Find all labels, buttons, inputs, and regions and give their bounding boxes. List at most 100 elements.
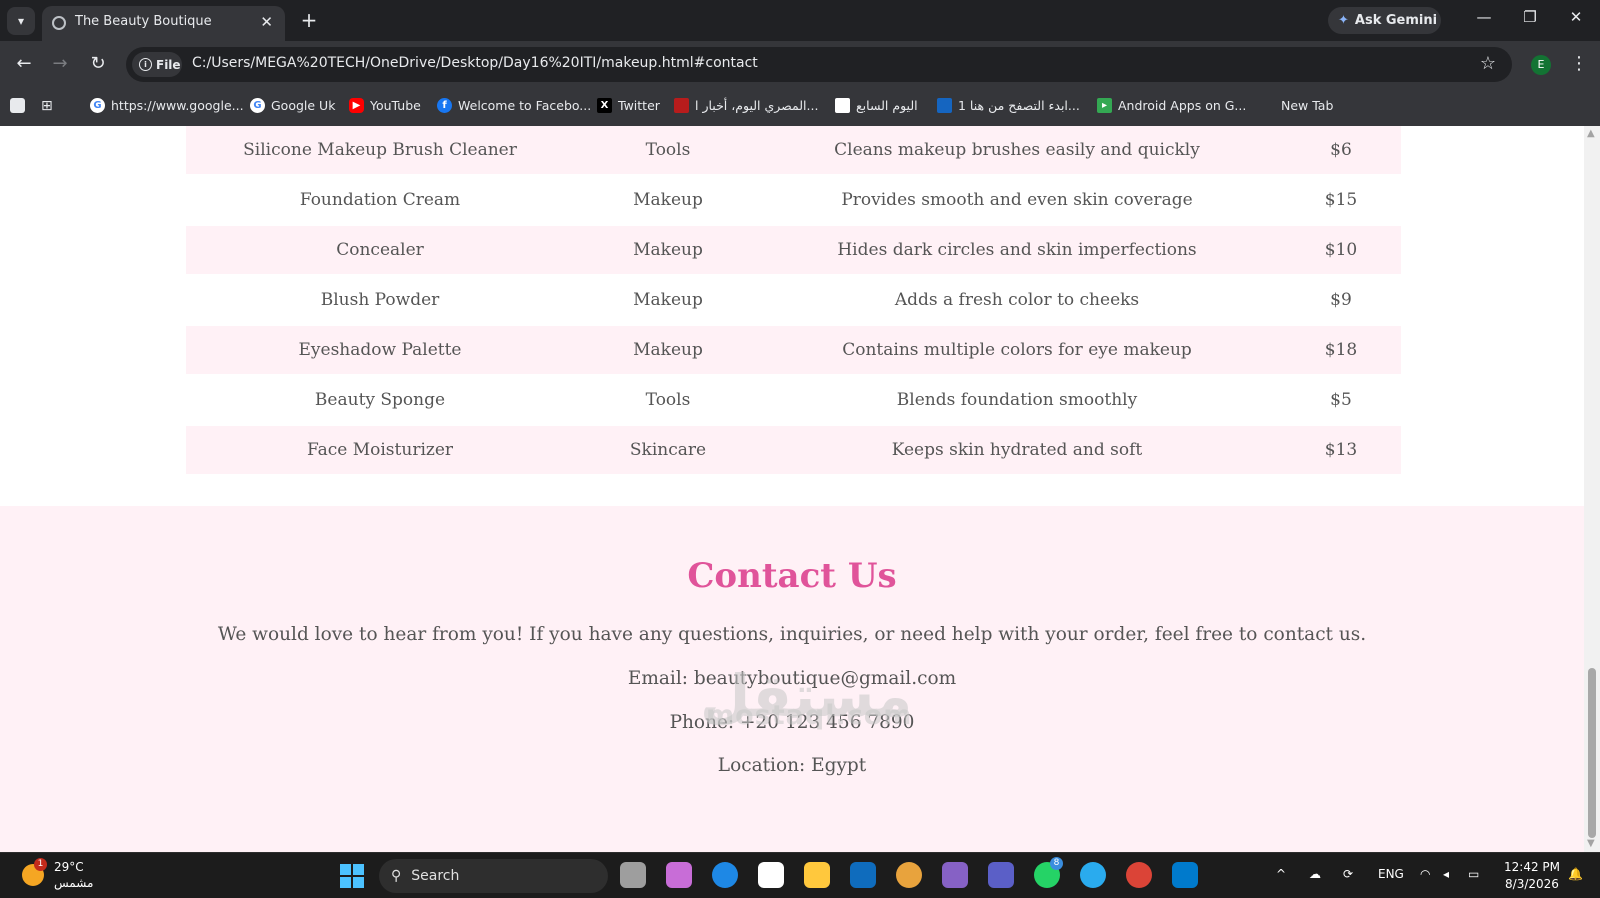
taskbar-search[interactable]: ⚲ Search xyxy=(379,859,608,893)
table-row: Concealer Makeup Hides dark circles and sk… xyxy=(186,226,1401,274)
weather-widget[interactable]: 29°C مشمس xyxy=(54,859,93,891)
notification-bell-icon[interactable]: 🔔 xyxy=(1568,867,1583,881)
product-price: $18 xyxy=(1324,340,1358,360)
telegram-icon[interactable] xyxy=(1080,862,1106,888)
volume-icon[interactable]: ◂ xyxy=(1443,867,1449,881)
start-windows-icon[interactable] xyxy=(340,864,364,888)
task-view-icon[interactable] xyxy=(620,862,646,888)
chip-label: File xyxy=(156,57,181,72)
scroll-down-icon[interactable]: ▼ xyxy=(1587,838,1595,849)
product-description: Contains multiple colors for eye makeup xyxy=(842,340,1192,360)
product-description: Adds a fresh color to cheeks xyxy=(894,290,1140,310)
scroll-thumb[interactable] xyxy=(1588,668,1596,838)
visual-studio-icon[interactable] xyxy=(942,862,968,888)
new-tab-button[interactable]: + xyxy=(296,7,322,33)
clock-time: 12:42 PM xyxy=(1504,860,1560,874)
product-category: Makeup xyxy=(633,240,703,260)
teams-icon[interactable] xyxy=(988,862,1014,888)
minimize-icon[interactable]: — xyxy=(1464,8,1504,26)
menu-kebab-icon[interactable]: ⋮ xyxy=(1570,53,1588,74)
product-category: Skincare xyxy=(629,440,707,460)
table-row: Eyeshadow Palette Makeup Contains multiple… xyxy=(186,326,1401,374)
newtab-icon xyxy=(1260,98,1275,113)
apps-grid-icon[interactable]: ⊞ xyxy=(41,98,53,114)
reload-icon[interactable]: ↻ xyxy=(85,53,111,74)
url-text[interactable]: C:/Users/MEGA%20TECH/OneDrive/Desktop/Da… xyxy=(192,55,758,71)
browser-toolbar: ← → ↻ i File C:/Users/MEGA%20TECH/OneDri… xyxy=(0,41,1600,89)
bookmark-item[interactable]: المصري اليوم، أخبار ا... xyxy=(674,98,818,113)
tab-search-button[interactable]: ▾ xyxy=(7,7,35,35)
bookmark-item[interactable]: ▸ Android Apps on G... xyxy=(1097,98,1246,113)
tab-active[interactable]: The Beauty Boutique ✕ xyxy=(42,6,285,41)
profile-avatar[interactable]: E xyxy=(1531,55,1551,75)
bookmark-item[interactable]: G Google Uk xyxy=(250,98,335,113)
product-price: $9 xyxy=(1330,290,1352,310)
window-close-icon[interactable]: ✕ xyxy=(1556,8,1596,26)
temperature: 29°C xyxy=(54,860,84,874)
language-indicator[interactable]: ENG xyxy=(1378,867,1404,881)
scroll-up-icon[interactable]: ▲ xyxy=(1587,128,1595,139)
facebook-icon: f xyxy=(437,98,452,113)
cloud-icon[interactable]: ☁ xyxy=(1309,867,1321,881)
product-category: Makeup xyxy=(633,340,703,360)
wifi-icon[interactable]: ◠ xyxy=(1420,867,1430,881)
search-label: Search xyxy=(411,868,460,884)
bookmark-star-icon[interactable]: ☆ xyxy=(1480,53,1496,74)
product-category: Makeup xyxy=(633,190,703,210)
news-icon xyxy=(674,98,689,113)
copilot-icon[interactable] xyxy=(666,862,692,888)
tab-title: The Beauty Boutique xyxy=(75,14,212,29)
globe-icon xyxy=(52,16,66,30)
table-row: Silicone Makeup Brush Cleaner Tools Cleans… xyxy=(186,126,1401,174)
product-description: Blends foundation smoothly xyxy=(896,390,1138,410)
system-clock[interactable]: 12:42 PM 8/3/2026 xyxy=(1504,859,1560,893)
bookmark-item[interactable]: New Tab xyxy=(1260,98,1333,113)
outlook-icon[interactable] xyxy=(850,862,876,888)
bookmark-item[interactable]: ابدء التصفح من هنا 1... xyxy=(937,98,1080,113)
edge-icon[interactable] xyxy=(712,862,738,888)
bookmark-item[interactable]: ▶ YouTube xyxy=(349,98,421,113)
bookmark-item[interactable]: Ghttps://www.google... xyxy=(90,98,244,113)
x-icon: X xyxy=(597,98,612,113)
sync-icon[interactable]: ⟳ xyxy=(1343,867,1353,881)
battery-icon[interactable]: ▭ xyxy=(1468,867,1479,881)
table-row: Face Moisturizer Skincare Keeps skin hydra… xyxy=(186,426,1401,474)
bookmark-item[interactable]: X Twitter xyxy=(597,98,660,113)
product-price: $5 xyxy=(1330,390,1352,410)
forward-arrow-icon[interactable]: → xyxy=(47,53,73,74)
bookmark-item[interactable]: اليوم السابع xyxy=(835,98,918,113)
table-row: Foundation Cream Makeup Provides smooth an… xyxy=(186,176,1401,224)
product-category: Tools xyxy=(645,390,691,410)
watermark-text: mostaql.com xyxy=(706,700,913,731)
address-bar[interactable]: i File C:/Users/MEGA%20TECH/OneDrive/Des… xyxy=(126,47,1512,82)
product-category: Tools xyxy=(645,140,691,160)
contact-location: Location: Egypt xyxy=(717,755,867,776)
youtube-icon: ▶ xyxy=(349,98,364,113)
product-name: Blush Powder xyxy=(320,290,440,310)
product-description: Keeps skin hydrated and soft xyxy=(891,440,1143,460)
store-icon[interactable] xyxy=(758,862,784,888)
gemini-label: Ask Gemini xyxy=(1354,13,1438,28)
photos-icon[interactable] xyxy=(896,862,922,888)
bookmark-item[interactable]: f Welcome to Facebo... xyxy=(437,98,591,113)
search-icon: ⚲ xyxy=(391,868,402,884)
chrome-icon[interactable] xyxy=(1126,862,1152,888)
site-info-chip[interactable]: i File xyxy=(132,52,182,77)
clock-date: 8/3/2026 xyxy=(1505,877,1559,891)
tab-close-icon[interactable]: ✕ xyxy=(260,13,273,31)
page-scrollbar[interactable]: ▲ ▼ xyxy=(1584,126,1600,852)
vscode-icon[interactable] xyxy=(1172,862,1198,888)
product-name: Concealer xyxy=(336,240,424,260)
file-explorer-icon[interactable] xyxy=(804,862,830,888)
product-price: $10 xyxy=(1324,240,1358,260)
ask-gemini-button[interactable]: ✦ Ask Gemini xyxy=(1328,7,1441,34)
reading-list-icon[interactable] xyxy=(10,98,25,113)
product-name: Eyeshadow Palette xyxy=(298,340,462,360)
google-icon: G xyxy=(250,98,265,113)
gemini-sparkle-icon: ✦ xyxy=(1338,13,1349,28)
restore-icon[interactable]: ❐ xyxy=(1510,8,1550,26)
product-description: Cleans makeup brushes easily and quickly xyxy=(834,140,1200,160)
weather-badge: 1 xyxy=(34,858,47,871)
back-arrow-icon[interactable]: ← xyxy=(11,53,37,74)
chevron-up-icon[interactable]: ^ xyxy=(1276,867,1286,881)
